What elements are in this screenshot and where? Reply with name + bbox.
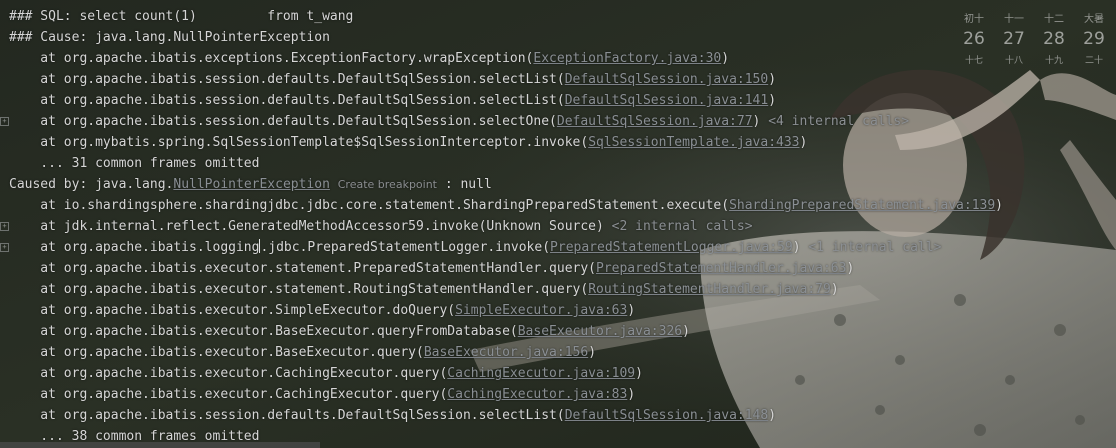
calendar-day: 29 bbox=[1083, 29, 1105, 49]
console-line: ... 31 common frames omitted bbox=[9, 153, 259, 174]
source-file-link[interactable]: CachingExecutor.java:83 bbox=[447, 387, 627, 402]
console-text: at org.apache.ibatis.executor.BaseExecut… bbox=[9, 345, 424, 360]
console-line: at org.apache.ibatis.session.defaults.De… bbox=[9, 111, 909, 132]
console-line: at org.apache.ibatis.executor.CachingExe… bbox=[9, 384, 635, 405]
console-line: at org.apache.ibatis.executor.CachingExe… bbox=[9, 363, 643, 384]
calendar-lunar-label: 大暑 bbox=[1084, 14, 1104, 25]
console-text: ) bbox=[627, 303, 636, 318]
console-line: at org.apache.ibatis.executor.statement.… bbox=[9, 279, 839, 300]
console-line: at org.apache.ibatis.executor.statement.… bbox=[9, 258, 854, 279]
console-text: at org.apache.ibatis.executor.statement.… bbox=[9, 282, 589, 297]
console-text: ... 31 common frames omitted bbox=[9, 156, 260, 171]
console-text: at org.apache.ibatis.session.defaults.De… bbox=[9, 114, 557, 129]
console-text: at org.apache.ibatis.executor.BaseExecut… bbox=[9, 324, 518, 339]
console-text: at org.apache.ibatis.exceptions.Exceptio… bbox=[9, 51, 534, 66]
scrollbar[interactable] bbox=[0, 442, 320, 448]
calendar-day: 27 bbox=[1003, 29, 1025, 49]
console-text: ) bbox=[768, 408, 777, 423]
console-text: ) bbox=[799, 135, 808, 150]
console-text: at org.apache.ibatis.executor.CachingExe… bbox=[9, 366, 448, 381]
console-text: ) bbox=[768, 93, 777, 108]
expand-internal-calls-icon[interactable]: + bbox=[0, 243, 9, 252]
console-line: at org.apache.ibatis.logging.jdbc.Prepar… bbox=[9, 237, 941, 258]
console-line: at org.mybatis.spring.SqlSessionTemplate… bbox=[9, 132, 807, 153]
calendar-lunar-label: 初十 bbox=[964, 14, 984, 25]
console-text: Caused by: java.lang. bbox=[9, 177, 174, 192]
source-file-link[interactable]: SimpleExecutor.java:63 bbox=[455, 303, 627, 318]
console-text: ) bbox=[846, 261, 855, 276]
source-file-link[interactable]: CachingExecutor.java:109 bbox=[447, 366, 635, 381]
calendar-day: 26 bbox=[963, 29, 985, 49]
console-line: at org.apache.ibatis.executor.BaseExecut… bbox=[9, 342, 596, 363]
expand-internal-calls-icon[interactable]: + bbox=[0, 117, 9, 126]
console-text: ) bbox=[721, 51, 730, 66]
console-text: ) bbox=[995, 198, 1003, 213]
console-text: : null bbox=[437, 177, 492, 192]
console-text: ### Cause: java.lang.NullPointerExceptio… bbox=[9, 30, 330, 45]
calendar-lunar-label: 十一 bbox=[1004, 14, 1024, 25]
source-file-link[interactable]: PreparedStatementLogger.java:59 bbox=[550, 240, 793, 255]
source-file-link[interactable]: BaseExecutor.java:156 bbox=[424, 345, 588, 360]
console-line: at io.shardingsphere.shardingjdbc.jdbc.c… bbox=[9, 195, 1003, 216]
console-output[interactable]: ### SQL: select count(1) from t_wang ### … bbox=[0, 0, 1116, 448]
source-file-link[interactable]: NullPointerException bbox=[173, 177, 330, 192]
console-text: ) bbox=[588, 345, 597, 360]
internal-calls-fold[interactable]: <1 internal call> bbox=[808, 240, 941, 255]
console-line: at jdk.internal.reflect.GeneratedMethodA… bbox=[9, 216, 753, 237]
console-text: at org.apache.ibatis.session.defaults.De… bbox=[9, 93, 565, 108]
console-text: ) bbox=[830, 282, 839, 297]
console-text: .jdbc.PreparedStatementLogger.invoke( bbox=[260, 240, 551, 255]
source-file-link[interactable]: ExceptionFactory.java:30 bbox=[533, 51, 721, 66]
create-breakpoint-link[interactable]: Create breakpoint bbox=[338, 178, 437, 191]
console-text: at org.apache.ibatis.session.defaults.De… bbox=[9, 72, 565, 87]
console-line: at org.apache.ibatis.executor.SimpleExec… bbox=[9, 300, 635, 321]
source-file-link[interactable]: RoutingStatementHandler.java:79 bbox=[588, 282, 831, 297]
console-line: at org.apache.ibatis.executor.BaseExecut… bbox=[9, 321, 690, 342]
calendar-lunar-sub: 十七 bbox=[964, 56, 983, 66]
calendar-day: 28 bbox=[1043, 29, 1065, 49]
console-line: at org.apache.ibatis.exceptions.Exceptio… bbox=[9, 48, 729, 69]
calendar-lunar-sub: 十八 bbox=[1004, 56, 1023, 66]
console-line: Caused by: java.lang.NullPointerExceptio… bbox=[9, 174, 492, 195]
console-text: at org.apache.ibatis.session.defaults.De… bbox=[9, 408, 565, 423]
source-file-link[interactable]: DefaultSqlSession.java:141 bbox=[565, 93, 769, 108]
console-text: ### SQL: select count(1) from t_wang bbox=[9, 9, 354, 24]
source-file-link[interactable]: PreparedStatementHandler.java:63 bbox=[596, 261, 846, 276]
calendar-lunar-sub: 二十 bbox=[1084, 56, 1103, 66]
console-line: ### Cause: java.lang.NullPointerExceptio… bbox=[9, 27, 330, 48]
console-line: at org.apache.ibatis.session.defaults.De… bbox=[9, 90, 776, 111]
console-text: ) bbox=[635, 366, 643, 381]
source-file-link[interactable]: DefaultSqlSession.java:148 bbox=[565, 408, 769, 423]
internal-calls-fold[interactable]: <2 internal calls> bbox=[612, 219, 753, 234]
console-text: at org.apache.ibatis.executor.SimpleExec… bbox=[9, 303, 456, 318]
console-text: at org.apache.ibatis.logging bbox=[9, 240, 260, 255]
console-text: at io.shardingsphere.shardingjdbc.jdbc.c… bbox=[9, 198, 730, 213]
calendar-lunar-sub: 十九 bbox=[1044, 56, 1063, 66]
source-file-link[interactable]: ShardingPreparedStatement.java:139 bbox=[729, 198, 995, 213]
console-line: ### SQL: select count(1) from t_wang bbox=[9, 6, 353, 27]
source-file-link[interactable]: DefaultSqlSession.java:77 bbox=[557, 114, 753, 129]
internal-calls-fold[interactable]: <4 internal calls> bbox=[768, 114, 909, 129]
console-text: ) bbox=[752, 114, 769, 129]
console-text: at org.apache.ibatis.executor.statement.… bbox=[9, 261, 596, 276]
calendar-lunar-label: 十二 bbox=[1044, 14, 1064, 25]
source-file-link[interactable]: SqlSessionTemplate.java:433 bbox=[588, 135, 799, 150]
expand-internal-calls-icon[interactable]: + bbox=[0, 222, 9, 231]
console-text: ) bbox=[627, 387, 636, 402]
console-line: at org.apache.ibatis.session.defaults.De… bbox=[9, 69, 776, 90]
source-file-link[interactable]: DefaultSqlSession.java:150 bbox=[565, 72, 769, 87]
calendar-widget: 初十 十一 十二 大暑 26 27 28 29 十七 十八 十九 二十 bbox=[956, 0, 1116, 70]
console-text: at org.mybatis.spring.SqlSessionTemplate… bbox=[9, 135, 589, 150]
console-text: ) bbox=[682, 324, 690, 339]
console-text: at org.apache.ibatis.executor.CachingExe… bbox=[9, 387, 448, 402]
console-text: ) bbox=[768, 72, 777, 87]
console-text: ) bbox=[792, 240, 809, 255]
source-file-link[interactable]: BaseExecutor.java:326 bbox=[518, 324, 682, 339]
console-text: at jdk.internal.reflect.GeneratedMethodA… bbox=[9, 219, 612, 234]
console-line: at org.apache.ibatis.session.defaults.De… bbox=[9, 405, 776, 426]
